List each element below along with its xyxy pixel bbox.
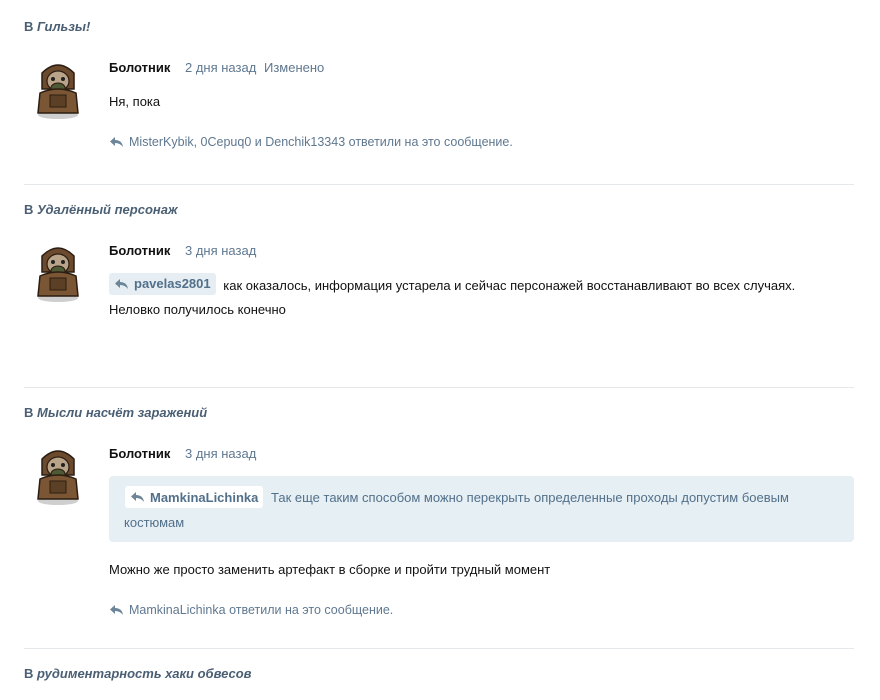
divider (24, 184, 854, 185)
topic-prefix: В (24, 405, 34, 420)
reply-icon (110, 137, 123, 147)
topic-title: Мысли насчёт заражений (37, 405, 208, 420)
post-time[interactable]: 3 дня назад (185, 446, 256, 461)
topic-prefix: В (24, 19, 34, 34)
divider (24, 648, 854, 649)
topic-link-khaki-attachments[interactable]: В рудиментарность хаки обвесов (24, 666, 252, 681)
mention-tag[interactable]: pavelas2801 (109, 273, 216, 295)
topic-link-deleted-character[interactable]: В Удалённый персонаж (24, 202, 178, 217)
divider (24, 387, 854, 388)
replied-notice: MamkinaLichinka ответили на это сообщени… (109, 603, 393, 617)
post-time[interactable]: 2 дня назад (185, 60, 256, 75)
topic-prefix: В (24, 202, 34, 217)
quote-text-line2: костюмам (124, 515, 185, 530)
topic-link-infections[interactable]: В Мысли насчёт заражений (24, 405, 207, 420)
post-author[interactable]: Болотник (109, 60, 170, 75)
topic-link-gilzy[interactable]: В Гильзы! (24, 19, 90, 34)
avatar[interactable] (30, 441, 86, 507)
post-author[interactable]: Болотник (109, 243, 170, 258)
post-text-block: pavelas2801 как оказалось, информация ус… (109, 273, 795, 322)
quote-block: MamkinaLichinka Так еще таким способом м… (109, 476, 854, 542)
post-edited: Изменено (264, 60, 325, 75)
mention-user: pavelas2801 (134, 276, 211, 291)
reply-icon (110, 605, 123, 615)
reply-icon (131, 492, 144, 502)
replied-notice: MisterKybik, 0Cepuq0 и Denchik13343 отве… (109, 135, 513, 149)
topic-title: рудиментарность хаки обвесов (37, 666, 252, 681)
reply-icon (115, 279, 128, 289)
avatar[interactable] (30, 238, 86, 304)
quote-author-tag[interactable]: MamkinaLichinka (125, 486, 264, 508)
post-text: Ня, пока (109, 94, 161, 109)
topic-title: Удалённый персонаж (37, 202, 178, 217)
replied-users[interactable]: MamkinaLichinka (129, 603, 226, 617)
post-text: Можно же просто заменить артефакт в сбор… (109, 562, 551, 577)
replied-and: и (254, 135, 262, 149)
replied-suffix: ответили на это сообщение. (229, 603, 394, 617)
quote-author: MamkinaLichinka (150, 489, 259, 505)
replied-suffix: ответили на это сообщение. (348, 135, 513, 149)
post-text-line1: как оказалось, информация устарела и сей… (223, 278, 796, 293)
avatar[interactable] (30, 55, 86, 121)
replied-users[interactable]: MisterKybik, 0Cepuq0 (129, 135, 251, 149)
post-author[interactable]: Болотник (109, 446, 170, 461)
quote-text-line1: Так еще таким способом можно перекрыть о… (271, 490, 789, 505)
post-time[interactable]: 3 дня назад (185, 243, 256, 258)
post-text-line2: Неловко получилось конечно (109, 302, 286, 317)
topic-prefix: В (24, 666, 34, 681)
topic-title: Гильзы! (37, 19, 91, 34)
replied-user-last[interactable]: Denchik13343 (265, 135, 345, 149)
